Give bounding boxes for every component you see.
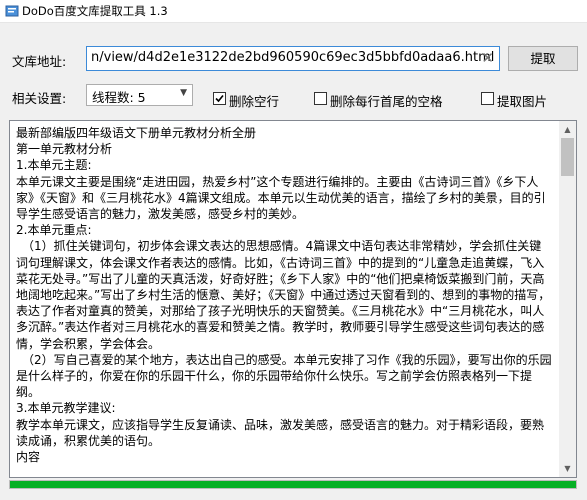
content-line: （2）写自己喜爱的某个地方，表达出自己的感受。本单元安排了习作《我的乐园》，要写…: [16, 352, 552, 400]
content-line: 3.本单元教学建议:: [16, 401, 116, 416]
progress-fill: [10, 481, 576, 488]
window-title: DoDo百度文库提取工具 1.3: [22, 4, 168, 18]
progress-bar: [9, 480, 577, 489]
content-text: 最新部编版四年级语文下册单元教材分析全册 第一单元教材分析 1.本单元主题: 本…: [16, 125, 553, 465]
delete-empty-lines-checkbox[interactable]: [213, 92, 226, 105]
extract-button[interactable]: 提取: [508, 46, 578, 71]
clear-icon[interactable]: ✕: [481, 49, 494, 67]
app-icon: [5, 5, 19, 17]
content-line: 最新部编版四年级语文下册单元教材分析全册: [16, 126, 257, 140]
content-line: 第一单元教材分析: [16, 142, 113, 157]
threads-value: 线程数: 5: [92, 90, 146, 105]
delete-empty-lines-label: 删除空行: [229, 94, 280, 109]
content-line: 1.本单元主题:: [16, 158, 92, 173]
extract-images-label: 提取图片: [497, 94, 548, 109]
content-line: 本单元课文主要是围绕“走进田园，热爱乡村”这个专题进行编排的。主要由《古诗词三首…: [16, 174, 546, 222]
extract-images-checkbox[interactable]: [481, 92, 494, 105]
check-icon: [215, 94, 224, 103]
content-line: （1）抓住关键词句，初步体会课文表达的思想感情。4篇课文中语句表达非常精妙，学会…: [16, 239, 551, 351]
threads-select[interactable]: 线程数: 5 ▼: [86, 84, 193, 106]
settings-label: 相关设置:: [12, 91, 67, 106]
url-input[interactable]: n/view/d4d2e1e3122de2bd960590c69ec3d5bbf…: [86, 46, 500, 71]
title-bar: DoDo百度文库提取工具 1.3: [0, 0, 587, 23]
trim-lines-label: 删除每行首尾的空格: [330, 94, 443, 109]
url-label: 文库地址:: [12, 54, 67, 69]
content-line: 内容: [16, 450, 41, 465]
chevron-down-icon: ▼: [180, 88, 187, 98]
scrollbar-thumb[interactable]: [561, 138, 574, 176]
trim-lines-checkbox[interactable]: [314, 92, 327, 105]
scroll-down-icon[interactable]: ▼: [559, 460, 576, 477]
url-value: n/view/d4d2e1e3122de2bd960590c69ec3d5bbf…: [91, 50, 495, 65]
vertical-scrollbar[interactable]: ▲ ▼: [559, 121, 576, 477]
content-line: 2.本单元重点:: [16, 223, 92, 238]
content-textarea[interactable]: 最新部编版四年级语文下册单元教材分析全册 第一单元教材分析 1.本单元主题: 本…: [9, 120, 577, 478]
scroll-up-icon[interactable]: ▲: [559, 121, 576, 138]
content-line: 教学本单元课文，应该指导学生反复诵读、品味，激发美感，感受语言的魅力。对于精彩语…: [16, 417, 545, 448]
